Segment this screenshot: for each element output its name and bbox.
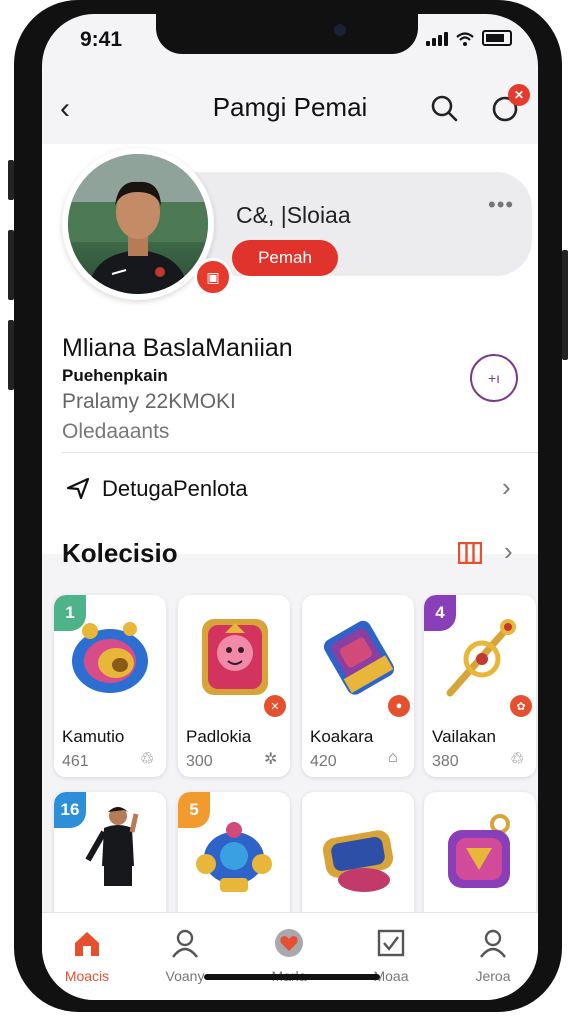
collection-card[interactable]: 1 Kamutio 461 ♲	[54, 595, 166, 777]
profile-full-name: Mliana BaslaManiian	[62, 334, 293, 362]
card-count: 380	[432, 753, 459, 770]
chevron-right-icon: ›	[502, 472, 511, 502]
divider	[62, 452, 538, 453]
grid-view-icon[interactable]	[458, 542, 482, 564]
collection-chevron-icon[interactable]: ›	[504, 536, 513, 567]
item-art-icon	[196, 822, 272, 892]
collection-card[interactable]: ✕ Padlokia 300 ✲	[178, 595, 290, 777]
wifi-icon	[456, 32, 474, 46]
profile-card: ▣ C&, |Sloiaa ••• Pemah Mliana BaslaMani…	[42, 144, 538, 554]
avatar-frame[interactable]: ▣	[62, 148, 232, 300]
profile-icon	[480, 929, 506, 958]
heart-icon	[275, 929, 303, 957]
details-label: DetugaPenlota	[102, 476, 248, 501]
card-name: Padlokia	[186, 727, 252, 746]
tab-profile[interactable]: Jeroa	[448, 927, 538, 984]
item-art-icon	[202, 619, 268, 695]
signal-icon	[426, 32, 448, 46]
verified-badge-icon: ▣	[194, 258, 232, 296]
volume-up-button	[8, 230, 14, 300]
user-icon	[172, 929, 198, 958]
page-title: Pamgi Pemai	[212, 92, 368, 122]
item-art-icon	[72, 622, 148, 693]
role-button[interactable]: Pemah	[232, 240, 338, 276]
card-share-icon: ♲	[510, 751, 525, 768]
camera-icon	[334, 24, 346, 36]
card-name: Kamutio	[62, 727, 125, 746]
details-row[interactable]: DetugaPenlota ›	[42, 454, 538, 524]
home-indicator[interactable]	[204, 974, 380, 980]
more-options-icon[interactable]: •••	[488, 192, 514, 218]
avatar-photo	[68, 154, 208, 294]
search-icon[interactable]	[430, 94, 458, 122]
player-photo-icon	[85, 807, 139, 886]
checkbox-icon	[377, 929, 405, 957]
add-friend-button[interactable]: +ı	[470, 354, 518, 402]
avatar	[68, 154, 208, 294]
tab-label: Jeroa	[475, 968, 511, 984]
card-action-icon[interactable]: ✕	[264, 695, 286, 717]
card-action-icon[interactable]: ●	[388, 695, 410, 717]
tab-label: Moacis	[64, 968, 110, 984]
item-art-icon	[448, 814, 510, 888]
card-action-icon[interactable]: ✿	[510, 695, 532, 717]
power-button	[562, 250, 568, 360]
status-icons	[426, 30, 512, 46]
send-icon	[66, 477, 90, 500]
card-share-icon: ✲	[264, 751, 278, 768]
profile-location: Oledaaants	[62, 420, 170, 443]
volume-down-button	[8, 320, 14, 390]
tab-home[interactable]: Moacis	[42, 927, 132, 984]
card-share-icon: ⌂	[388, 749, 398, 766]
card-name: Vailakan	[432, 727, 496, 746]
card-count: 300	[186, 753, 213, 770]
collection-card[interactable]: ● Koakara 420 ⌂	[302, 595, 414, 777]
notch	[156, 14, 418, 54]
item-art-icon	[322, 830, 394, 892]
top-bar: ‹ Pamgi Pemai ✕	[42, 72, 538, 144]
notification-badge: ✕	[508, 84, 530, 106]
card-count: 420	[310, 753, 337, 770]
bottom-tab-bar: Moacis Voany Marla Moaa	[42, 912, 538, 1000]
collection-title: Kolecisio	[62, 538, 178, 568]
card-name: Koakara	[310, 727, 374, 746]
card-share-icon: ♲	[140, 751, 155, 768]
screen: 9:41 ‹ Pamgi Pemai ✕ ▣ C&, |Sloiaa ••• P…	[42, 14, 538, 1000]
item-art-icon	[446, 619, 516, 697]
mute-switch	[8, 160, 14, 200]
home-icon	[75, 932, 99, 956]
profile-handle: C&, |Sloiaa	[236, 202, 351, 228]
item-art-icon	[323, 620, 395, 695]
battery-icon	[482, 30, 512, 46]
card-count: 461	[62, 753, 89, 770]
profile-stat: Pralamy 22KMOKI	[62, 390, 236, 413]
status-time: 9:41	[80, 28, 123, 51]
profile-subtitle: Puehenpkain	[62, 366, 168, 385]
collection-card[interactable]: 4 ✿ Vailakan 380 ♲	[424, 595, 536, 777]
